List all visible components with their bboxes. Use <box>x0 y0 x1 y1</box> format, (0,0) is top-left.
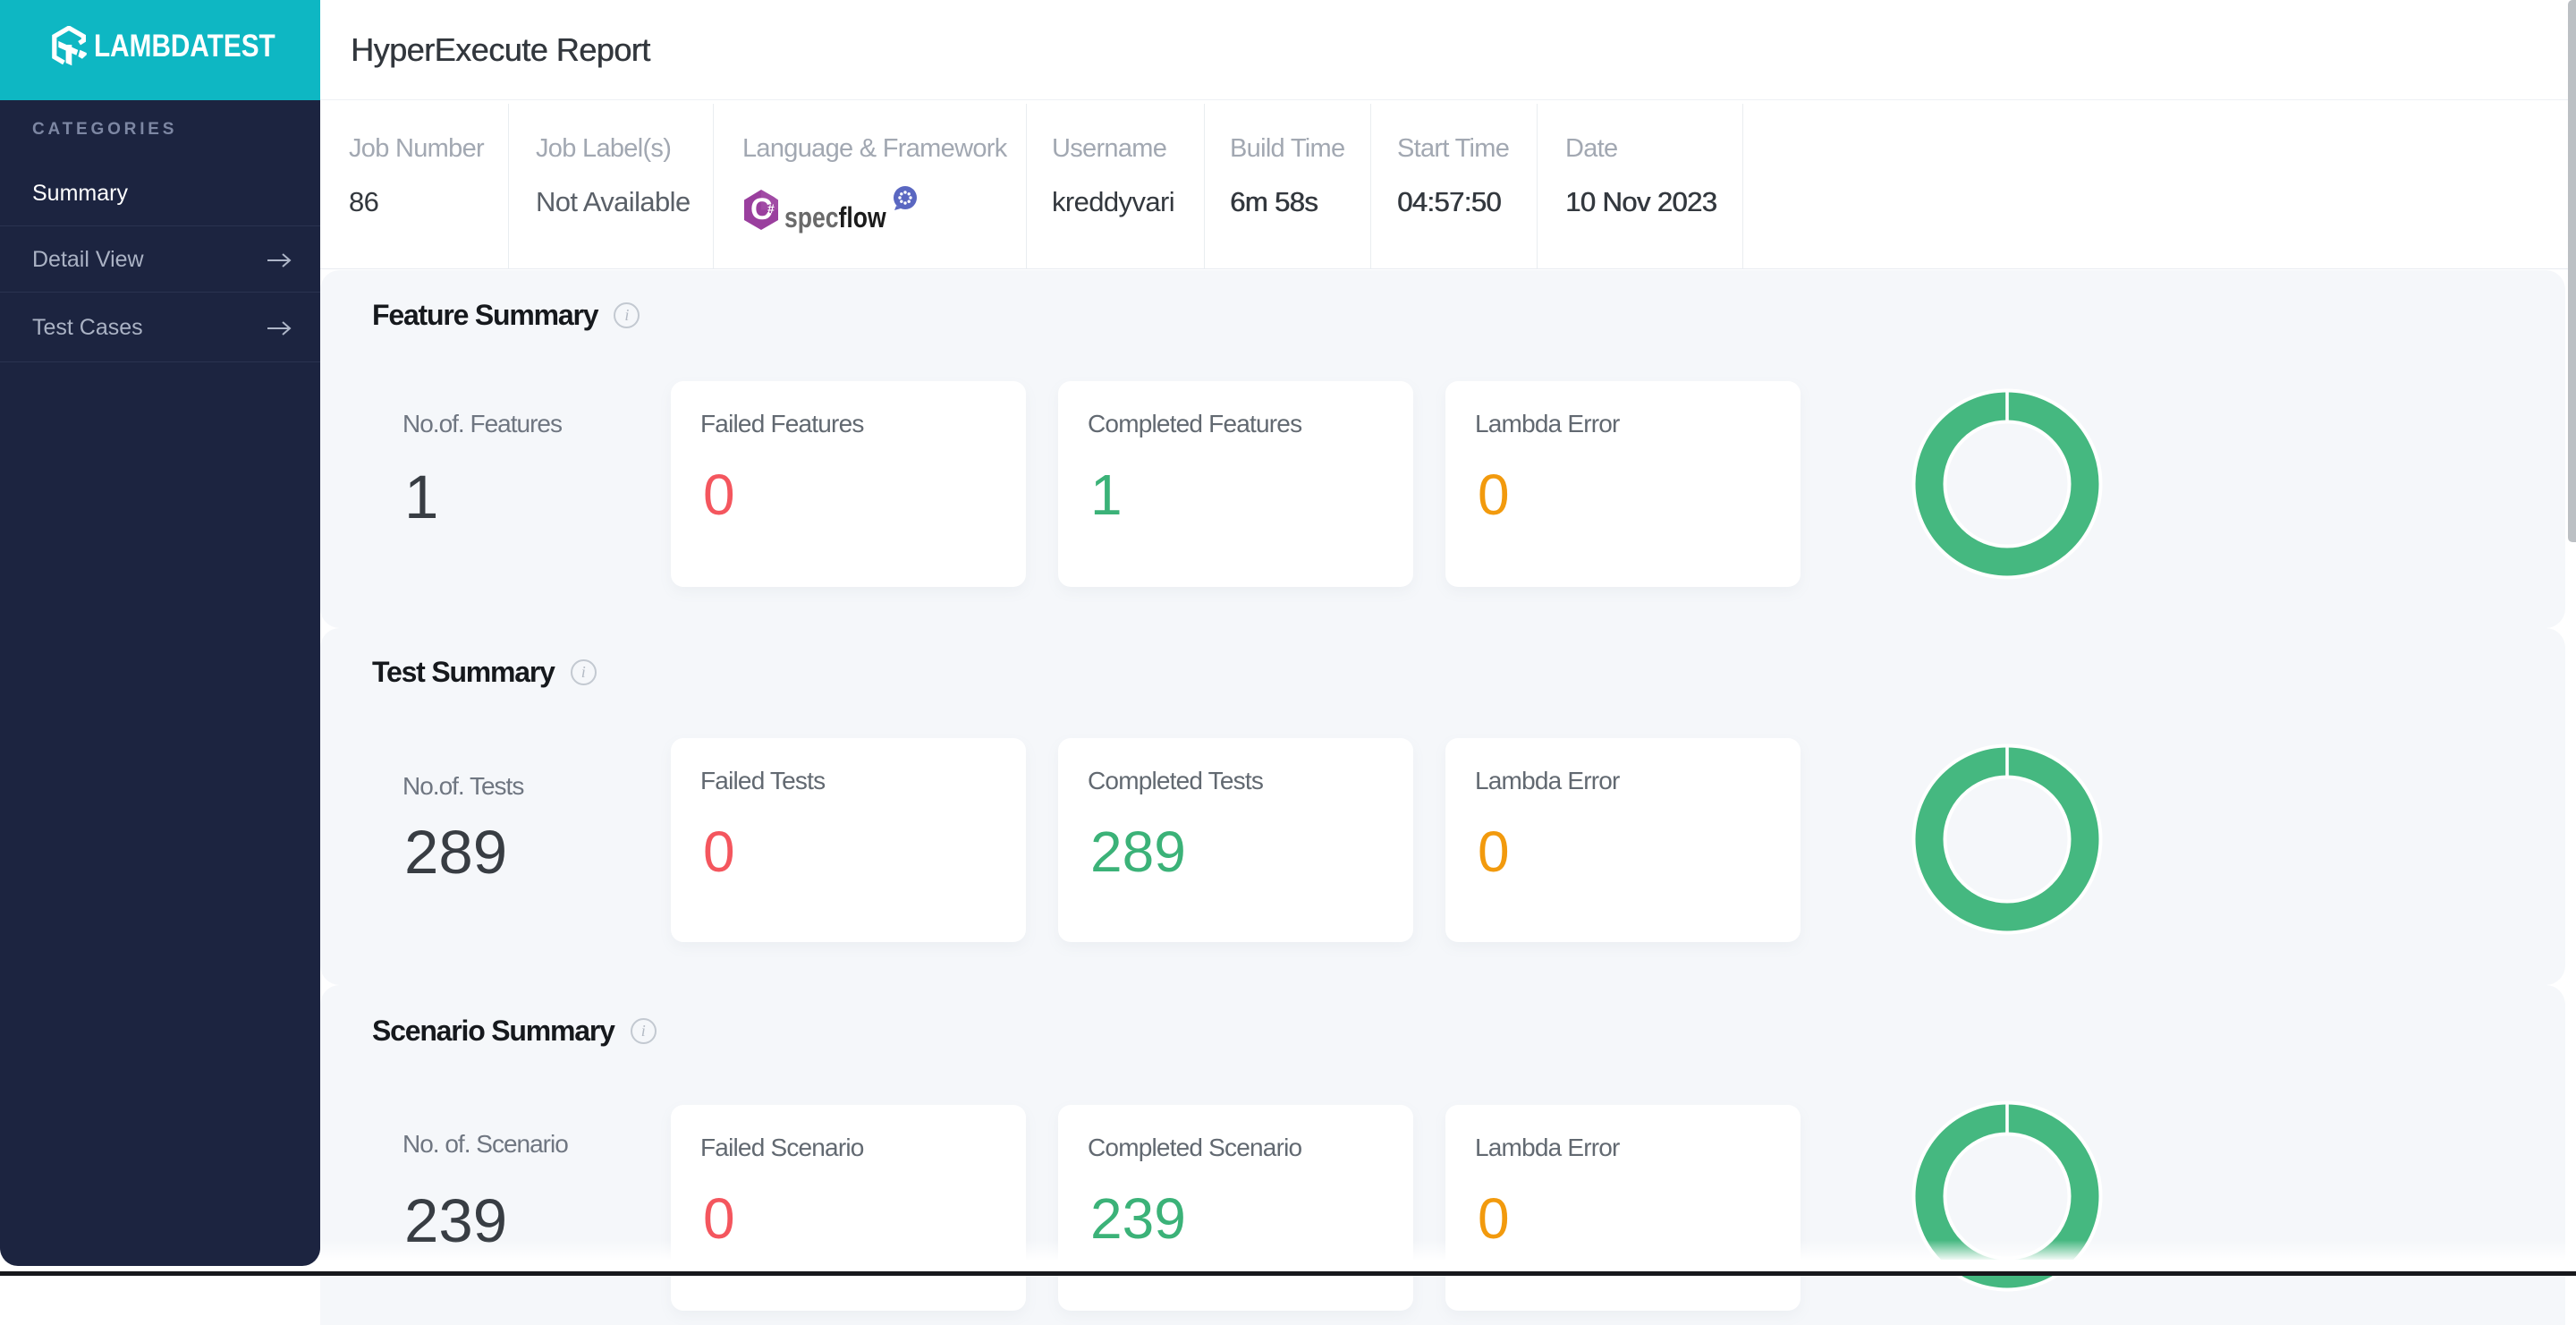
svg-text:specflow: specflow <box>784 202 886 234</box>
svg-text:#: # <box>767 201 775 216</box>
